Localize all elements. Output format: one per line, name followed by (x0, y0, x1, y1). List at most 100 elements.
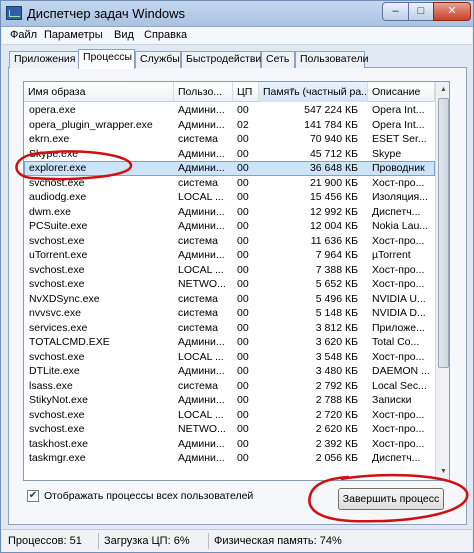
process-cpu: 00 (237, 307, 249, 319)
show-all-users-checkbox[interactable]: ✔ (27, 490, 39, 502)
column-user[interactable]: Пользо... (174, 82, 233, 102)
process-row[interactable]: svchost.exe LOCAL ... 00 2 720 КБ Хост-про..… (24, 408, 435, 423)
process-row[interactable]: svchost.exe система 00 21 900 КБ Хост-про... (24, 176, 435, 191)
process-row[interactable]: svchost.exe NETWO... 00 5 652 КБ Хост-про... (24, 277, 435, 292)
process-name: svchost.exe (29, 408, 85, 421)
scroll-up-icon[interactable]: ▲ (437, 82, 449, 97)
process-list[interactable]: Имя образа Пользо... ЦП ▼ Память (частны… (23, 81, 450, 481)
process-row[interactable]: PCSuite.exe Админи... 00 12 004 КБ Nokia Lau… (24, 219, 435, 234)
process-name: dwm.exe (29, 205, 72, 218)
end-process-button[interactable]: Завершить процесс (338, 488, 444, 510)
process-memory: 11 636 КБ (310, 234, 358, 247)
process-description: Skype (372, 147, 402, 160)
process-row[interactable]: DTLite.exe Админи... 00 3 480 КБ DAEMON ... (24, 364, 435, 379)
process-name: svchost.exe (29, 350, 85, 363)
column-image-name[interactable]: Имя образа (24, 82, 174, 102)
process-user: система (178, 379, 218, 392)
process-row[interactable]: nvvsvc.exe система 00 5 148 КБ NVIDIA D... (24, 306, 435, 321)
menu-file[interactable]: Файл (10, 29, 37, 41)
process-row[interactable]: services.exe система 00 3 812 КБ Приложе... (24, 321, 435, 336)
maximize-button[interactable]: □ (408, 2, 434, 21)
status-physical-memory: Физическая память: 74% (214, 535, 342, 547)
process-row[interactable]: StikyNot.exe Админи... 00 2 788 КБ Записки (24, 393, 435, 408)
menu-help[interactable]: Справка (144, 29, 187, 41)
process-row[interactable]: taskhost.exe Админи... 00 2 392 КБ Хост-про.… (24, 437, 435, 452)
process-row[interactable]: TOTALCMD.EXE Админи... 00 3 620 КБ Total Co.… (24, 335, 435, 350)
process-row[interactable]: Skype.exe Админи... 00 45 712 КБ Skype (24, 147, 435, 162)
process-description: Хост-про... (372, 176, 425, 189)
task-manager-window: Диспетчер задач Windows – □ ✕ Файл Парам… (0, 0, 474, 553)
process-memory: 3 548 КБ (315, 350, 358, 363)
tab-applications[interactable]: Приложения (9, 51, 79, 68)
tab-network[interactable]: Сеть (261, 51, 295, 68)
process-cpu: 00 (237, 423, 249, 435)
process-name: uTorrent.exe (29, 249, 88, 261)
process-row[interactable]: audiodg.exe LOCAL ... 00 15 456 КБ Изоляция.… (24, 190, 435, 205)
process-memory: 2 788 КБ (315, 394, 358, 406)
process-user: LOCAL ... (178, 191, 224, 203)
process-name: Skype.exe (29, 147, 79, 160)
process-user: NETWO... (178, 278, 226, 290)
process-row[interactable]: svchost.exe LOCAL ... 00 7 388 КБ Хост-про..… (24, 263, 435, 278)
process-name: DTLite.exe (29, 365, 80, 377)
process-memory: 36 648 КБ (309, 162, 358, 174)
column-memory[interactable]: ▼ Память (частный ра... (259, 82, 368, 102)
process-cpu: 00 (237, 336, 249, 348)
scroll-down-icon[interactable]: ▼ (437, 464, 449, 479)
minimize-button[interactable]: – (382, 2, 409, 21)
tab-services[interactable]: Службы (135, 51, 181, 68)
process-memory: 2 392 КБ (315, 437, 358, 450)
column-cpu[interactable]: ЦП (233, 82, 259, 102)
process-user: система (178, 234, 218, 247)
process-name: lsass.exe (29, 379, 73, 392)
process-row[interactable]: opera_plugin_wrapper.exe Админи... 02 141 7… (24, 118, 435, 133)
process-name: StikyNot.exe (29, 394, 88, 406)
process-row[interactable]: svchost.exe система 00 11 636 КБ Хост-про... (24, 234, 435, 249)
tab-performance[interactable]: Быстродействие (181, 51, 267, 68)
process-row[interactable]: NvXDSync.exe система 00 5 496 КБ NVIDIA U... (24, 292, 435, 307)
process-user: Админи... (178, 220, 225, 232)
title-bar[interactable]: Диспетчер задач Windows – □ ✕ (1, 1, 473, 27)
menu-view[interactable]: Вид (114, 29, 134, 41)
process-memory: 70 940 КБ (309, 133, 358, 145)
process-name: svchost.exe (29, 176, 85, 189)
process-name: opera.exe (29, 104, 76, 116)
process-user: Админи... (178, 336, 225, 348)
process-memory: 2 792 КБ (315, 379, 358, 392)
process-row[interactable]: explorer.exe Админи... 00 36 648 КБ Проводни… (24, 161, 435, 176)
column-description[interactable]: Описание (368, 82, 435, 102)
process-row[interactable]: uTorrent.exe Админи... 00 7 964 КБ µTorrent (24, 248, 435, 263)
process-name: nvvsvc.exe (29, 307, 81, 319)
process-user: LOCAL ... (178, 263, 224, 276)
process-row[interactable]: opera.exe Админи... 00 547 224 КБ Opera Int.… (24, 103, 435, 118)
process-memory: 15 456 КБ (309, 191, 358, 203)
process-row[interactable]: svchost.exe LOCAL ... 00 3 548 КБ Хост-про..… (24, 350, 435, 365)
process-row[interactable]: taskmgr.exe Админи... 00 2 056 КБ Диспетч... (24, 451, 435, 466)
process-name: PCSuite.exe (29, 220, 88, 232)
process-user: система (178, 321, 218, 334)
process-description: NVIDIA U... (372, 292, 426, 305)
process-row[interactable]: svchost.exe NETWO... 00 2 620 КБ Хост-про... (24, 422, 435, 437)
process-cpu: 00 (237, 408, 249, 421)
process-memory: 2 720 КБ (315, 408, 358, 421)
close-button[interactable]: ✕ (433, 2, 471, 21)
scrollbar-thumb[interactable] (438, 98, 449, 368)
process-cpu: 00 (237, 437, 249, 450)
column-memory-label: Память (частный ра... (263, 86, 368, 98)
process-row[interactable]: ekrn.exe система 00 70 940 КБ ESET Ser... (24, 132, 435, 147)
process-description: Хост-про... (372, 408, 425, 421)
process-name: svchost.exe (29, 278, 85, 290)
process-name: ekrn.exe (29, 133, 70, 145)
menu-options[interactable]: Параметры (44, 29, 103, 41)
process-row[interactable]: dwm.exe Админи... 00 12 992 КБ Диспетч... (24, 205, 435, 220)
status-bar: Процессов: 51 Загрузка ЦП: 6% Физическая… (2, 529, 472, 552)
process-cpu: 00 (237, 292, 249, 305)
tab-processes[interactable]: Процессы (78, 49, 135, 69)
process-description: Хост-про... (372, 234, 425, 247)
vertical-scrollbar[interactable]: ▲ ▼ (435, 82, 449, 480)
tab-users[interactable]: Пользователи (295, 51, 369, 68)
process-memory: 3 480 КБ (315, 365, 358, 377)
process-description: Хост-про... (372, 263, 425, 276)
process-row[interactable]: lsass.exe система 00 2 792 КБ Local Sec... (24, 379, 435, 394)
process-user: система (178, 133, 218, 145)
